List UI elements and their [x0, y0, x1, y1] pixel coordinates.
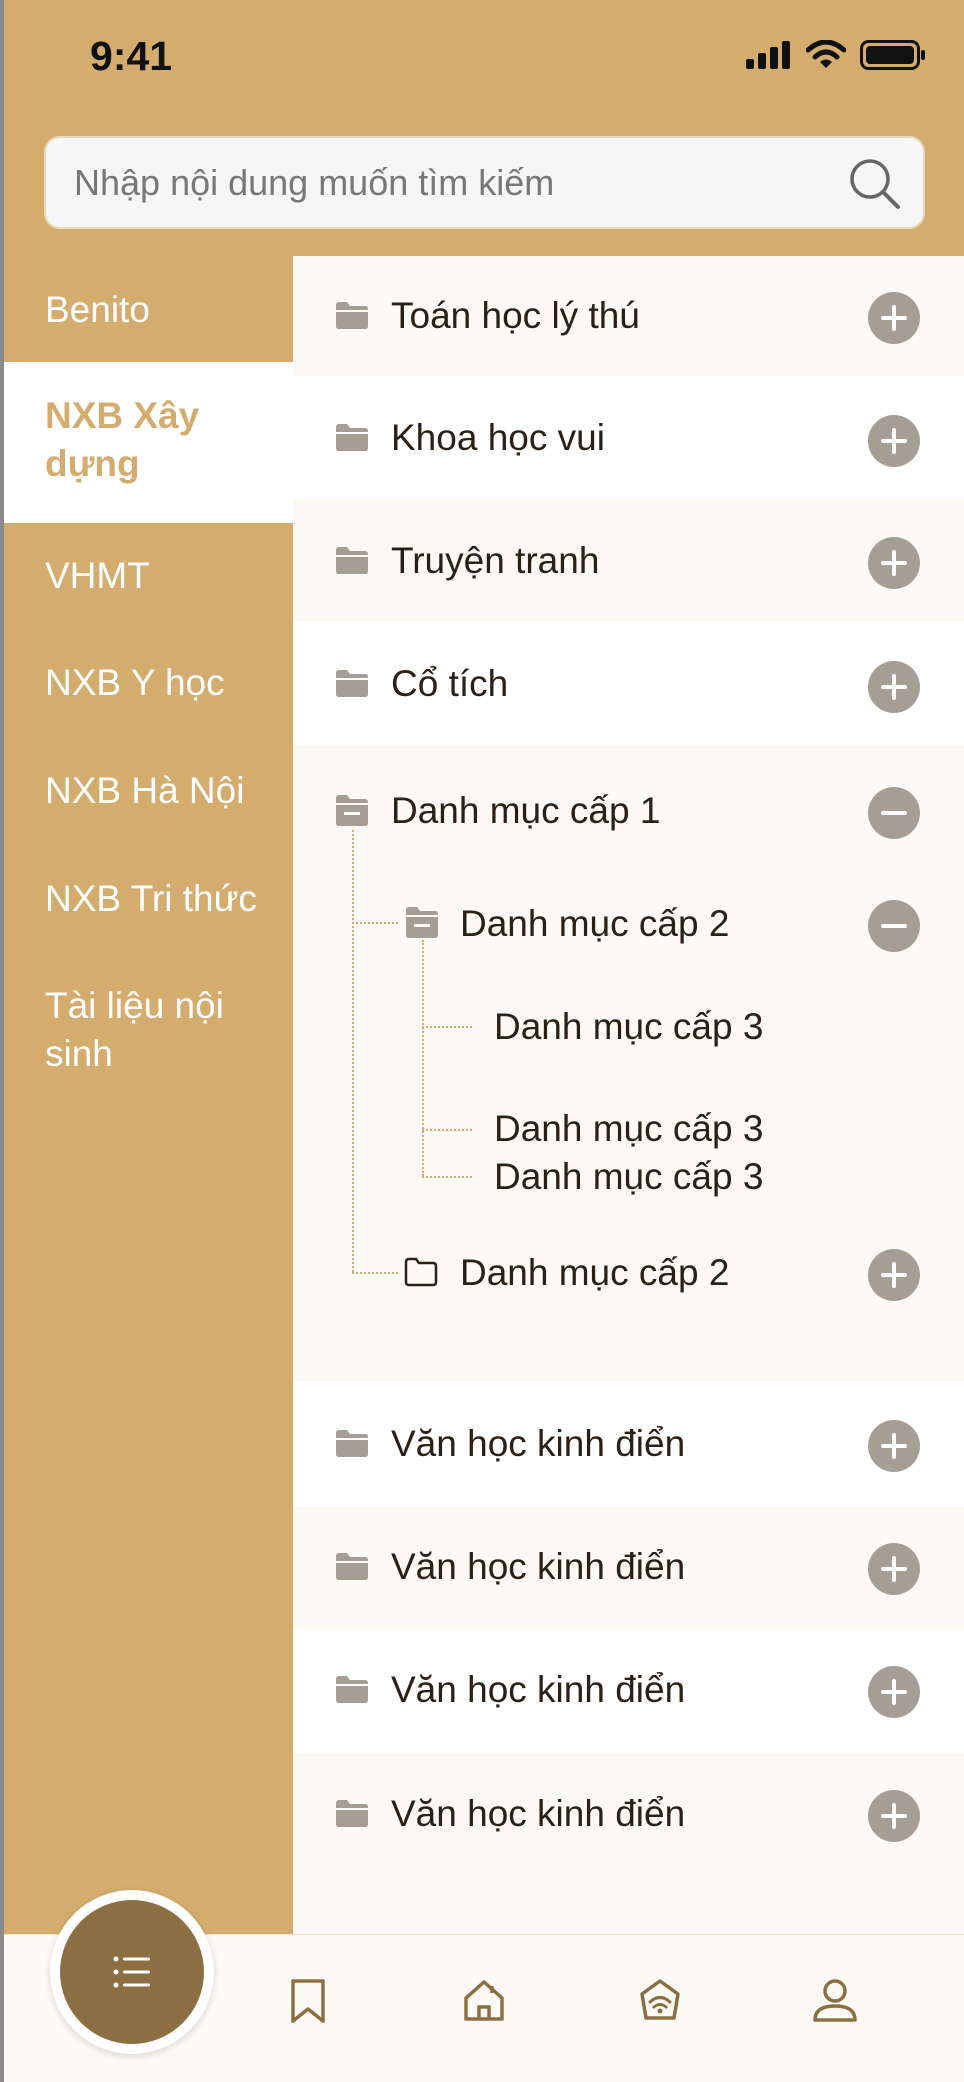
- sidebar-item-tai-lieu-noi-sinh[interactable]: Tài liệu nội sinh: [4, 982, 293, 1078]
- subcategory-level3-label[interactable]: Danh mục cấp 3: [494, 1105, 763, 1153]
- tree-line: [422, 1176, 472, 1178]
- collapse-button[interactable]: [868, 787, 920, 839]
- tree-line: [422, 1026, 472, 1028]
- category-group-expanded: Danh mục cấp 1 Danh mục cấp 2 Danh mục c…: [293, 745, 964, 1382]
- expand-button[interactable]: [868, 661, 920, 713]
- folder-icon: [336, 424, 368, 451]
- category-menu-button-inner: [60, 1900, 204, 2044]
- category-row[interactable]: Văn học kinh điển: [293, 1629, 964, 1753]
- subcategory-label[interactable]: Danh mục cấp 2: [460, 900, 729, 948]
- folder-icon: [336, 547, 368, 574]
- expand-button[interactable]: [868, 292, 920, 344]
- subcategory-level3-label[interactable]: Danh mục cấp 3: [494, 1153, 763, 1201]
- expand-button[interactable]: [868, 537, 920, 589]
- expand-button[interactable]: [868, 1249, 920, 1301]
- folder-icon: [336, 1676, 368, 1703]
- folder-icon: [336, 1430, 368, 1457]
- sidebar-item-nxb-tri-thuc[interactable]: NXB Tri thức: [4, 875, 293, 923]
- expand-button[interactable]: [868, 1420, 920, 1472]
- category-label[interactable]: Danh mục cấp 1: [391, 787, 660, 835]
- category-row[interactable]: Toán học lý thú: [293, 256, 964, 376]
- subcategory-label[interactable]: Danh mục cấp 2: [460, 1249, 729, 1297]
- list-icon: [113, 1956, 150, 1988]
- category-row[interactable]: Văn học kinh điển: [293, 1753, 964, 1876]
- tree-line: [352, 1272, 398, 1274]
- category-panel: Toán học lý thú Khoa học vui Truyện tran…: [293, 256, 964, 1934]
- category-label: Văn học kinh điển: [391, 1793, 686, 1834]
- sidebar-item-nxb-ha-noi[interactable]: NXB Hà Nội: [4, 767, 293, 815]
- category-row[interactable]: Cổ tích: [293, 622, 964, 745]
- category-row[interactable]: Văn học kinh điển: [293, 1382, 964, 1506]
- category-row[interactable]: Truyện tranh: [293, 499, 964, 622]
- wifi-icon: [806, 40, 846, 68]
- expand-button[interactable]: [868, 1666, 920, 1718]
- folder-open-icon: [406, 907, 438, 938]
- folder-icon: [336, 1553, 368, 1580]
- expand-button[interactable]: [868, 1543, 920, 1595]
- expand-button[interactable]: [868, 415, 920, 467]
- search-box: [44, 136, 925, 229]
- battery-icon: [860, 40, 925, 70]
- category-label: Văn học kinh điển: [391, 1669, 686, 1710]
- bookmark-icon[interactable]: [290, 1978, 326, 2024]
- sidebar-item-benito[interactable]: Benito: [4, 286, 293, 334]
- expand-button[interactable]: [868, 1790, 920, 1842]
- category-label: Truyện tranh: [391, 540, 600, 581]
- tree-line: [422, 1129, 472, 1131]
- tree-line: [352, 922, 398, 924]
- category-menu-button[interactable]: [50, 1890, 214, 2054]
- publisher-sidebar: Benito NXB Xây dựng VHMT NXB Y học NXB H…: [4, 256, 293, 1934]
- folder-icon: [336, 302, 368, 329]
- folder-outline-icon: [404, 1257, 438, 1287]
- signal-icon: [746, 41, 790, 69]
- folder-icon: [336, 670, 368, 697]
- tree-line: [352, 830, 354, 1272]
- home-icon[interactable]: [462, 1978, 506, 2022]
- folder-icon: [336, 1800, 368, 1827]
- folder-open-icon: [336, 795, 368, 826]
- category-label: Văn học kinh điển: [391, 1423, 686, 1464]
- category-label: Cổ tích: [391, 663, 509, 704]
- sidebar-item-nxb-y-hoc[interactable]: NXB Y học: [4, 659, 293, 707]
- status-bar: 9:41: [4, 0, 964, 118]
- status-icons: [746, 40, 926, 70]
- sidebar-item-nxb-xay-dung[interactable]: NXB Xây dựng: [4, 362, 293, 523]
- search-icon[interactable]: [847, 156, 901, 210]
- user-icon[interactable]: [812, 1978, 858, 2022]
- category-row[interactable]: Văn học kinh điển: [293, 1506, 964, 1629]
- collapse-button[interactable]: [868, 900, 920, 952]
- category-row[interactable]: Khoa học vui: [293, 376, 964, 499]
- subcategory-level3-label[interactable]: Danh mục cấp 3: [494, 1003, 763, 1051]
- tree-line: [422, 940, 424, 1176]
- category-label: Khoa học vui: [391, 417, 605, 458]
- sidebar-item-vhmt[interactable]: VHMT: [4, 552, 293, 600]
- search-input[interactable]: [74, 138, 854, 227]
- category-label: Văn học kinh điển: [391, 1546, 686, 1587]
- category-label: Toán học lý thú: [391, 295, 640, 336]
- status-time: 9:41: [90, 33, 173, 79]
- wifi-home-icon[interactable]: [638, 1978, 682, 2022]
